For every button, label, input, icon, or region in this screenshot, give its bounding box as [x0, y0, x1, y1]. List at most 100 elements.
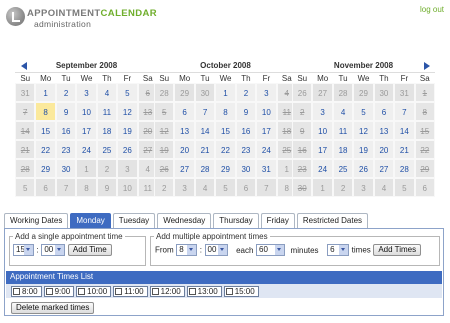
single-minute-select[interactable]: 00 [41, 244, 66, 256]
calendar-day[interactable]: 3 [312, 102, 333, 121]
calendar-day[interactable]: 9 [55, 102, 77, 121]
calendar-day[interactable]: 4 [96, 83, 118, 102]
calendar-day[interactable]: 26 [353, 159, 374, 178]
calendar-day[interactable]: 19 [154, 140, 175, 159]
calendar-day[interactable]: 9 [235, 102, 257, 121]
calendar-day[interactable]: 22 [215, 140, 236, 159]
calendar-day[interactable]: 10 [312, 121, 333, 140]
calendar-day[interactable]: 17 [256, 121, 277, 140]
calendar-day[interactable]: 30 [235, 159, 257, 178]
calendar-day[interactable]: 16 [235, 121, 257, 140]
logout-link[interactable]: log out [420, 5, 444, 14]
calendar-day[interactable]: 8 [215, 102, 236, 121]
time-slot-checkbox[interactable]: 12:00 [149, 285, 185, 297]
calendar-day[interactable]: 14 [194, 121, 216, 140]
calendar-day[interactable]: 2 [292, 102, 313, 121]
time-slot-checkbox[interactable]: 8:00 [11, 285, 42, 297]
calendar-day[interactable]: 29 [35, 159, 56, 178]
calendar-day[interactable]: 6 [174, 102, 195, 121]
calendar-day[interactable]: 12 [353, 121, 374, 140]
calendar-day[interactable]: 18 [332, 140, 354, 159]
calendar-day[interactable]: 25 [96, 140, 118, 159]
add-times-button[interactable]: Add Times [373, 244, 422, 256]
count-select[interactable]: 6 [327, 244, 350, 256]
multi-minute-select[interactable]: 00 [204, 244, 228, 256]
calendar-day[interactable]: 27 [174, 159, 195, 178]
calendar-day[interactable]: 20 [174, 140, 195, 159]
calendar-day[interactable]: 7 [15, 102, 36, 121]
calendar-day-selected[interactable]: 8 [35, 102, 56, 121]
calendar-day[interactable]: 13 [373, 121, 395, 140]
calendar-day[interactable]: 16 [292, 140, 313, 159]
calendar-day[interactable]: 7 [394, 102, 415, 121]
calendar-day[interactable]: 20 [373, 140, 395, 159]
calendar-day[interactable]: 7 [194, 102, 216, 121]
calendar-day[interactable]: 23 [292, 159, 313, 178]
tab-working-dates[interactable]: Working Dates [4, 213, 69, 228]
calendar-day[interactable]: 26 [154, 159, 175, 178]
calendar-day[interactable]: 5 [353, 102, 374, 121]
calendar-day[interactable]: 26 [117, 140, 138, 159]
delete-marked-times-button[interactable]: Delete marked times [11, 302, 95, 314]
calendar-day[interactable]: 6 [373, 102, 395, 121]
calendar-day[interactable]: 30 [292, 178, 313, 197]
calendar-day[interactable]: 15 [35, 121, 56, 140]
tab-thursday[interactable]: Thursday [213, 213, 259, 228]
calendar-day[interactable]: 17 [312, 140, 333, 159]
tab-tuesday[interactable]: Tuesday [112, 213, 156, 228]
calendar-day[interactable]: 24 [76, 140, 97, 159]
calendar-day[interactable]: 21 [394, 140, 415, 159]
calendar-day[interactable]: 22 [414, 140, 435, 159]
calendar-day[interactable]: 17 [76, 121, 97, 140]
prev-month-arrow-icon[interactable] [21, 62, 27, 70]
calendar-day[interactable]: 28 [15, 159, 36, 178]
calendar-day[interactable]: 18 [96, 121, 118, 140]
single-hour-select[interactable]: 15 [13, 244, 34, 256]
calendar-day[interactable]: 11 [96, 102, 118, 121]
calendar-day[interactable]: 29 [414, 159, 435, 178]
calendar-day[interactable]: 27 [373, 159, 395, 178]
calendar-day[interactable]: 8 [414, 102, 435, 121]
calendar-day[interactable]: 24 [312, 159, 333, 178]
calendar-day[interactable]: 22 [35, 140, 56, 159]
calendar-day[interactable]: 1 [215, 83, 236, 102]
calendar-day[interactable]: 1 [414, 83, 435, 102]
time-slot-checkbox[interactable]: 11:00 [113, 285, 148, 297]
time-slot-checkbox[interactable]: 10:00 [76, 285, 112, 297]
time-slot-checkbox[interactable]: 9:00 [43, 285, 75, 297]
add-time-button[interactable]: Add Time [67, 244, 112, 256]
tab-monday[interactable]: Monday [70, 213, 111, 228]
calendar-day[interactable]: 19 [353, 140, 374, 159]
calendar-day[interactable]: 3 [76, 83, 97, 102]
calendar-day[interactable]: 5 [117, 83, 138, 102]
calendar-day[interactable]: 16 [55, 121, 77, 140]
calendar-day[interactable]: 19 [117, 121, 138, 140]
time-slot-checkbox[interactable]: 13:00 [186, 285, 222, 297]
calendar-day[interactable]: 23 [55, 140, 77, 159]
calendar-day[interactable]: 28 [394, 159, 415, 178]
time-slot-checkbox[interactable]: 15:00 [223, 285, 259, 297]
interval-select[interactable]: 60 [256, 244, 285, 256]
calendar-day[interactable]: 2 [235, 83, 257, 102]
calendar-day[interactable]: 15 [414, 121, 435, 140]
calendar-day[interactable]: 10 [256, 102, 277, 121]
tab-friday[interactable]: Friday [260, 213, 295, 228]
calendar-day[interactable]: 14 [394, 121, 415, 140]
multi-hour-select[interactable]: 8 [176, 244, 198, 256]
calendar-day[interactable]: 9 [292, 121, 313, 140]
calendar-day[interactable]: 21 [194, 140, 216, 159]
calendar-day[interactable]: 14 [15, 121, 36, 140]
calendar-day[interactable]: 11 [332, 121, 354, 140]
calendar-day[interactable]: 30 [55, 159, 77, 178]
calendar-day[interactable]: 29 [215, 159, 236, 178]
next-month-arrow-icon[interactable] [424, 62, 430, 70]
calendar-day[interactable]: 1 [35, 83, 56, 102]
calendar-day[interactable]: 10 [76, 102, 97, 121]
calendar-day[interactable]: 31 [256, 159, 277, 178]
calendar-day[interactable]: 12 [154, 121, 175, 140]
calendar-day[interactable]: 12 [117, 102, 138, 121]
calendar-day[interactable]: 5 [154, 102, 175, 121]
calendar-day[interactable]: 25 [332, 159, 354, 178]
calendar-day[interactable]: 24 [256, 140, 277, 159]
tab-restricted-dates[interactable]: Restricted Dates [296, 213, 369, 228]
